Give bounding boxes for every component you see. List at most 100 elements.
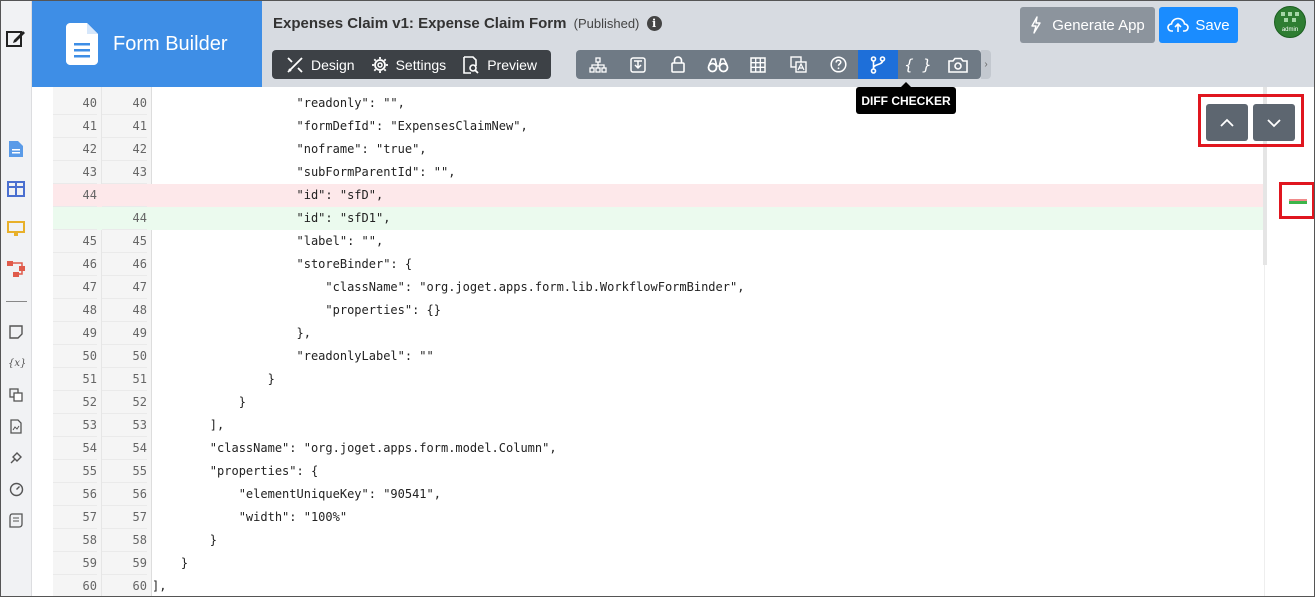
left-line-number: 45 (53, 230, 97, 253)
diff-checker-button[interactable] (858, 50, 898, 79)
save-label: Save (1195, 16, 1230, 34)
left-line-number: 57 (53, 506, 97, 529)
screenshot-button[interactable] (938, 50, 978, 79)
save-button[interactable]: Save (1159, 7, 1238, 43)
generate-app-button[interactable]: Generate App (1020, 7, 1155, 43)
app-frame: {x} Form Builder Expenses Claim v1: Expe… (0, 0, 1315, 597)
right-line-number: 44 (102, 207, 147, 230)
gear-icon (371, 56, 388, 73)
help-button[interactable] (818, 50, 858, 79)
translate-button[interactable] (778, 50, 818, 79)
binoculars-icon (707, 57, 729, 72)
import-button[interactable] (618, 50, 658, 79)
left-line-number: 47 (53, 276, 97, 299)
toolbar-scroll-right[interactable]: › (981, 50, 991, 79)
binoculars-button[interactable] (698, 50, 738, 79)
form-icon[interactable] (5, 138, 27, 160)
code-text: "label": "", (152, 234, 384, 248)
avatar[interactable]: admin (1274, 6, 1306, 38)
left-line-number: 56 (53, 483, 97, 506)
diff-line: 44 "id": "sfD1", (53, 207, 1264, 230)
image-file-icon[interactable] (5, 415, 27, 437)
right-line-number: 41 (102, 115, 147, 138)
datalist-icon[interactable] (5, 178, 27, 200)
diff-line: 42 42 "noframe": "true", (53, 138, 1264, 161)
left-line-number: 60 (53, 575, 97, 596)
code-text: "properties": {} (152, 303, 441, 317)
diff-line: 56 56 "elementUniqueKey": "90541", (53, 483, 1264, 506)
left-line-number: 51 (53, 368, 97, 391)
design-icon (287, 56, 303, 73)
code-text: } (152, 395, 246, 409)
json-icon: { } (904, 55, 932, 74)
translate-icon[interactable] (5, 384, 27, 406)
diff-line: 58 58 } (53, 529, 1264, 552)
right-line-number: 54 (102, 437, 147, 460)
mode-bar: Design Settings Preview (272, 50, 551, 79)
diff-line: 46 46 "storeBinder": { (53, 253, 1264, 276)
previous-change-button[interactable] (1206, 104, 1248, 141)
code-text: ], (152, 418, 225, 432)
code-text: } (152, 556, 189, 570)
diff-line: 45 45 "label": "", (53, 230, 1264, 253)
next-change-button[interactable] (1253, 104, 1295, 141)
left-line-number: 49 (53, 322, 97, 345)
json-button[interactable]: { } (898, 50, 938, 79)
screenshot-icon (948, 57, 968, 73)
tree-button[interactable] (578, 50, 618, 79)
code-text: "readonlyLabel": "" (152, 349, 434, 363)
diff-checker-tooltip: DIFF CHECKER (856, 82, 956, 114)
code-text: "id": "sfD", (152, 188, 384, 202)
edit-icon[interactable] (5, 27, 27, 49)
chevron-right-icon: › (984, 59, 988, 70)
right-line-number: 46 (102, 253, 147, 276)
table-button[interactable] (738, 50, 778, 79)
rail-divider (6, 301, 27, 302)
code-text: "elementUniqueKey": "90541", (152, 487, 441, 501)
tool-bar: { } › (576, 50, 991, 79)
diff-editor[interactable]: 40 40 "readonly": "", 41 41 "formDefId": "E… (32, 87, 1314, 596)
logs-icon[interactable] (5, 509, 27, 531)
table-icon (750, 56, 766, 73)
note-icon[interactable] (5, 321, 27, 343)
performance-icon[interactable] (5, 478, 27, 500)
left-rail: {x} (1, 1, 32, 596)
left-line-number: 59 (53, 552, 97, 575)
diff-line: 55 55 "properties": { (53, 460, 1264, 483)
plugin-icon[interactable] (5, 447, 27, 469)
help-icon (829, 56, 847, 73)
left-line-number: 52 (53, 391, 97, 414)
left-line-number: 58 (53, 529, 97, 552)
design-button[interactable]: Design (278, 50, 363, 79)
left-line-number: 50 (53, 345, 97, 368)
code-text: "subFormParentId": "", (152, 165, 456, 179)
diff-line: 44 "id": "sfD", (53, 184, 1264, 207)
diff-line: 49 49 }, (53, 322, 1264, 345)
preview-icon (463, 55, 479, 74)
lock-button[interactable] (658, 50, 698, 79)
right-line-number: 59 (102, 552, 147, 575)
right-line-number: 60 (102, 575, 147, 596)
chevron-up-icon (1220, 118, 1234, 127)
variable-icon[interactable]: {x} (5, 351, 27, 373)
preview-button[interactable]: Preview (454, 50, 545, 79)
process-icon[interactable] (5, 258, 27, 280)
info-icon[interactable]: i (646, 16, 662, 31)
added-marker[interactable] (1289, 201, 1307, 204)
diff-line: 52 52 } (53, 391, 1264, 414)
overview-ruler (1264, 87, 1314, 596)
form-status: (Published) (573, 16, 640, 31)
settings-button[interactable]: Settings (363, 50, 455, 79)
form-title-row: Expenses Claim v1: Expense Claim Form (P… (273, 15, 662, 32)
right-line-number: 42 (102, 138, 147, 161)
diff-line: 43 43 "subFormParentId": "", (53, 161, 1264, 184)
left-line-number (53, 207, 97, 230)
userview-icon[interactable] (5, 218, 27, 240)
diff-line: 53 53 ], (53, 414, 1264, 437)
tree-icon (589, 56, 607, 73)
code-text: "properties": { (152, 464, 319, 478)
top-bar: Expenses Claim v1: Expense Claim Form (P… (262, 1, 1314, 87)
editor-left-pad (32, 87, 53, 596)
right-line-number (102, 184, 147, 207)
right-line-number: 50 (102, 345, 147, 368)
